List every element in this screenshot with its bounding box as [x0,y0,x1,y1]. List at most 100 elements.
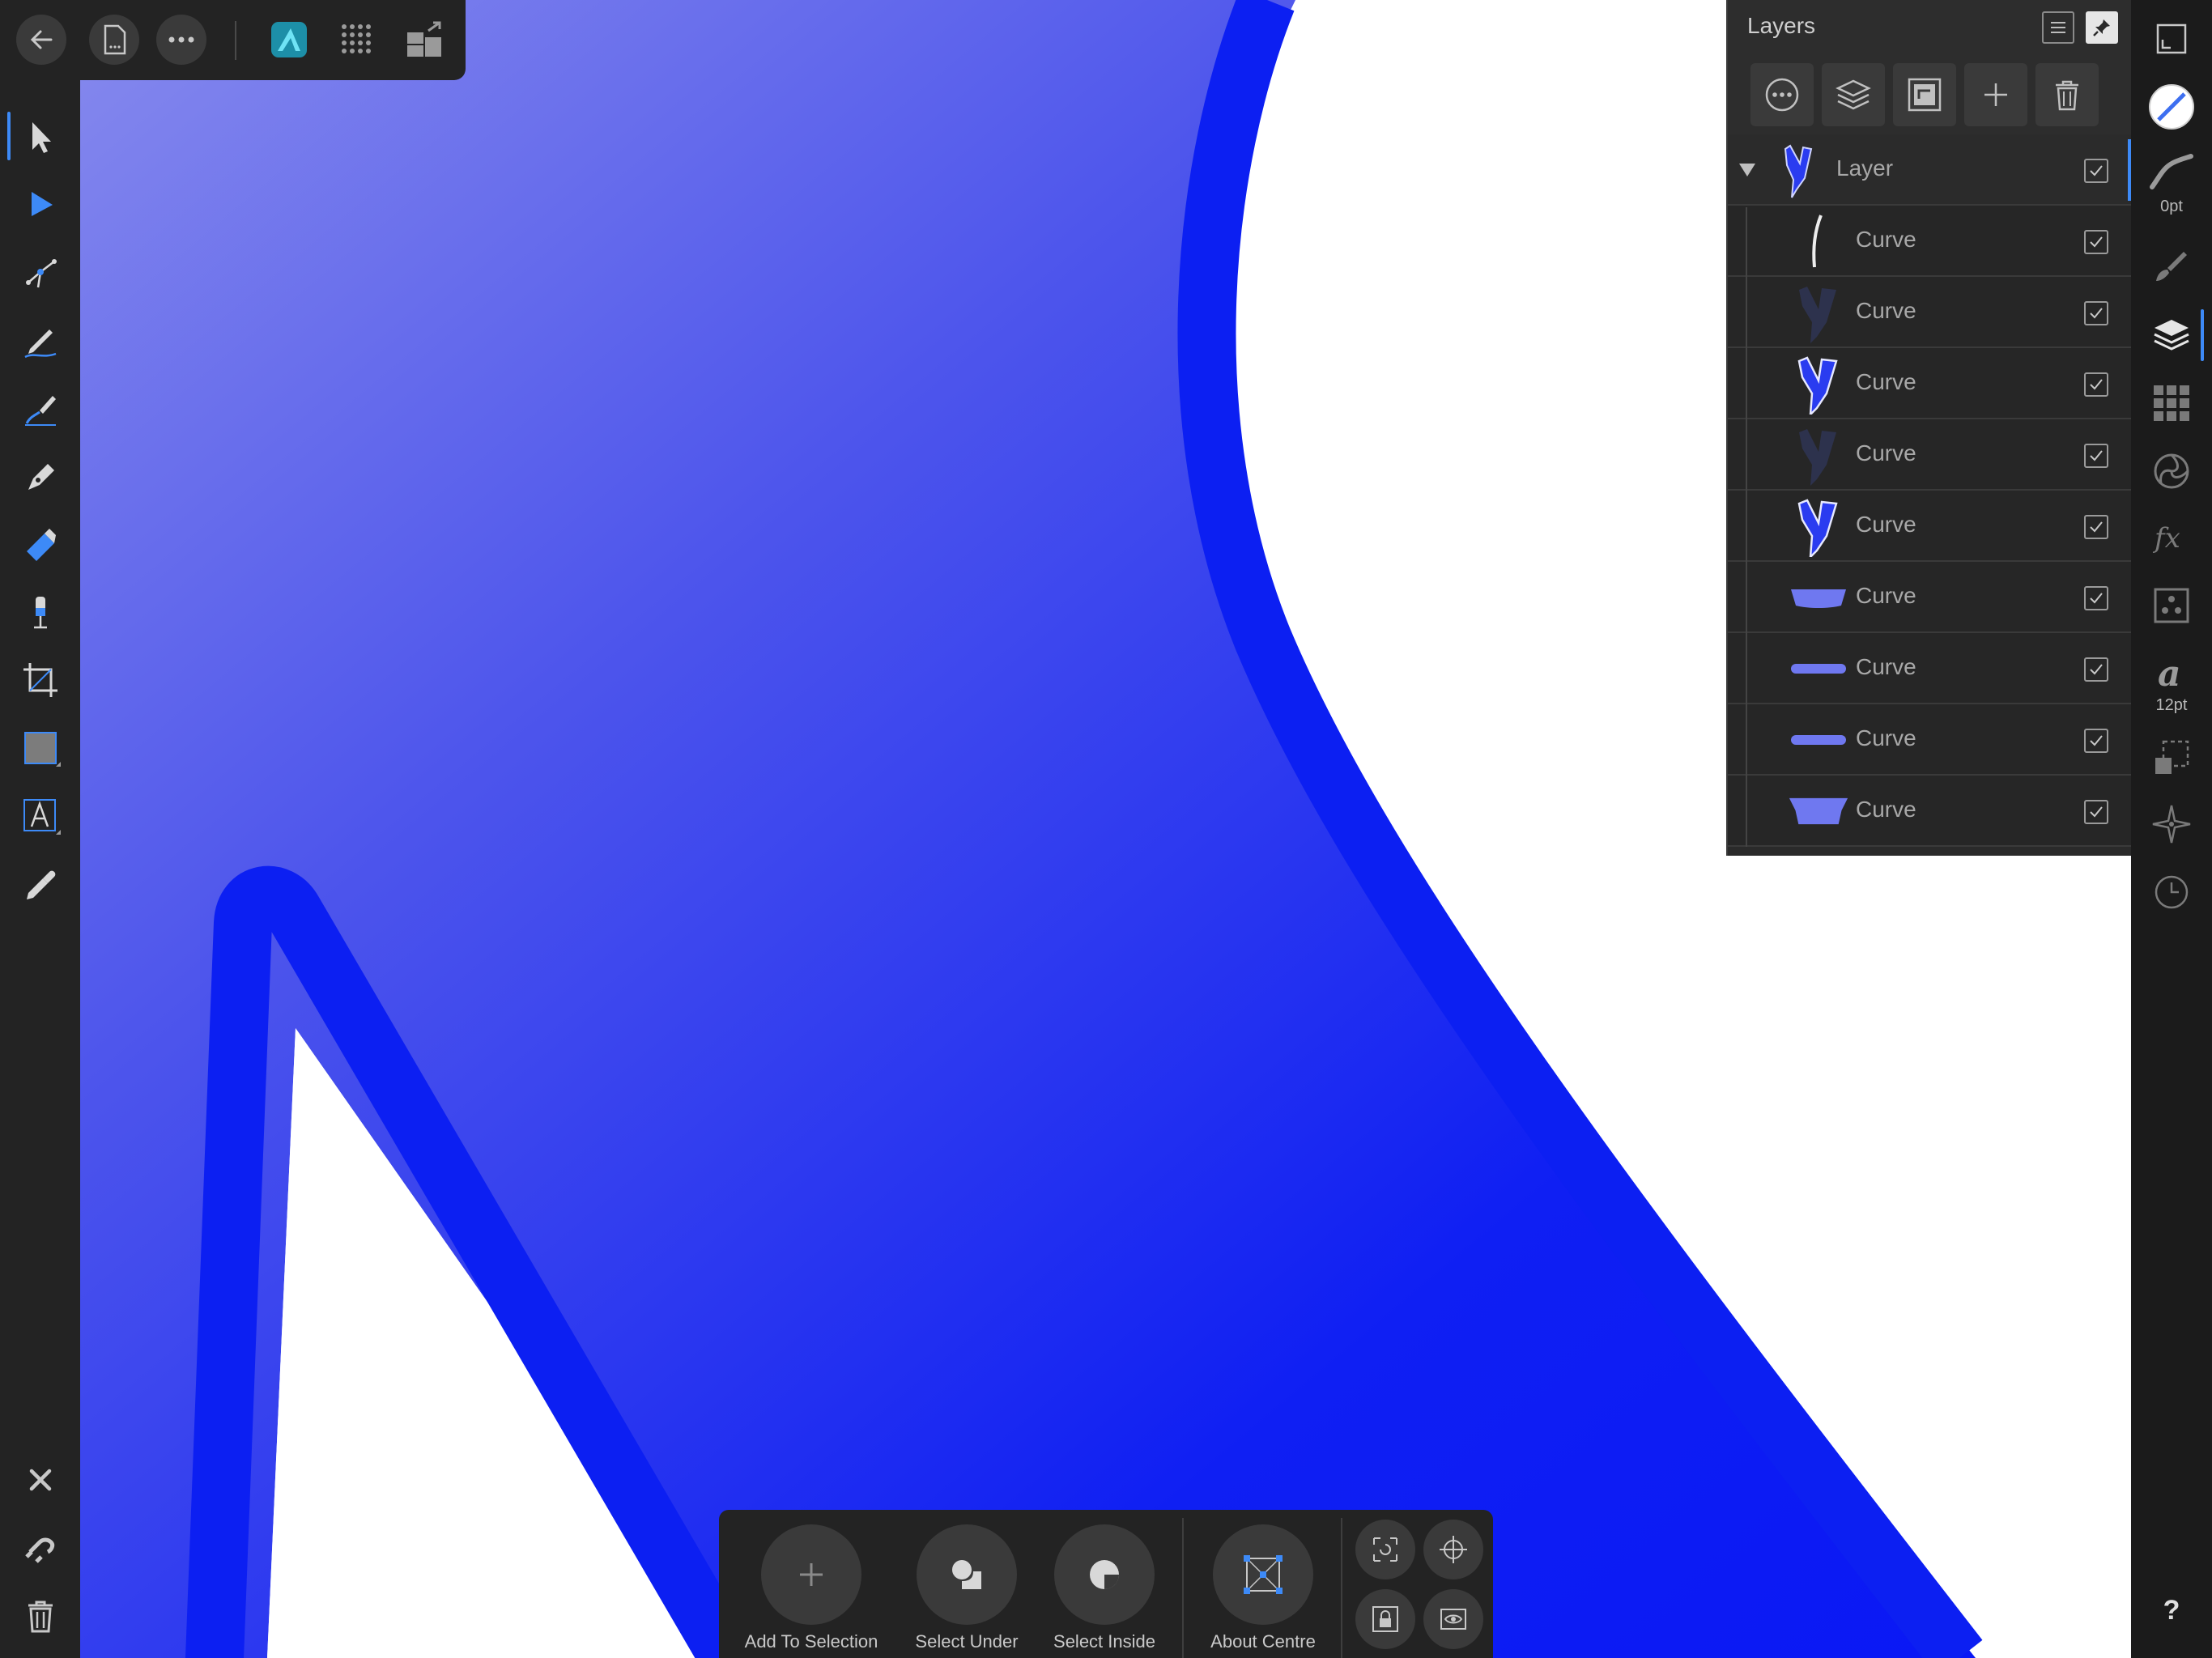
point-transform-tool[interactable] [16,248,65,296]
layer-row[interactable]: Curve [1728,562,2133,633]
layer-name: Curve [1856,725,1916,750]
close-tool[interactable] [16,1456,65,1504]
visibility-checkbox[interactable] [2084,657,2108,682]
navigator-button[interactable] [2146,798,2197,850]
crosshair-button[interactable] [1423,1520,1483,1579]
layer-name: Curve [1856,298,1916,323]
panel-menu-button[interactable] [2042,11,2074,44]
layers-icon [2154,320,2189,351]
lock-children-button[interactable] [1355,1589,1415,1649]
layer-row[interactable]: Curve [1728,348,2133,419]
eye-icon [1440,1609,1466,1630]
layer-row[interactable]: Curve [1728,419,2133,491]
more-button[interactable] [156,15,206,65]
add-button[interactable] [1964,63,2027,126]
effects-button[interactable]: fx [2146,512,2197,563]
close-icon [29,1469,52,1491]
delete-tool[interactable] [16,1592,65,1640]
move-tool[interactable] [16,112,65,160]
color-wheel-button[interactable] [2146,445,2197,497]
check-icon [2090,450,2103,461]
preview-button[interactable] [1423,1589,1483,1649]
rectangle-tool-icon [24,732,61,767]
layers-actions [1728,53,2133,134]
swatches-icon [2154,385,2189,421]
text-tool[interactable] [16,792,65,840]
node-tool[interactable] [16,180,65,228]
stroke-button[interactable] [2146,146,2197,198]
pixel-persona-button[interactable] [332,15,382,65]
visibility-checkbox[interactable] [2084,800,2108,824]
document-icon [104,24,126,55]
visibility-checkbox[interactable] [2084,729,2108,753]
transparency-tool[interactable] [16,588,65,636]
layer-row[interactable]: Curve [1728,776,2133,847]
layer-thumbnail [1788,353,1849,414]
context-toolbar: Add To Selection Select Under Select Ins… [719,1510,1493,1658]
layer-row-parent[interactable]: Layer [1728,134,2133,206]
font-icon: a [2158,653,2181,694]
snapping-icon [25,1537,55,1563]
visibility-checkbox[interactable] [2084,301,2108,325]
text-styles-button[interactable]: a [2146,648,2197,699]
fill-tool[interactable] [16,520,65,568]
visibility-checkbox[interactable] [2084,586,2108,610]
visibility-checkbox[interactable] [2084,444,2108,468]
layer-name: Curve [1856,227,1916,252]
history-button[interactable] [2146,866,2197,918]
layer-row[interactable]: Curve [1728,633,2133,704]
swatches-button[interactable] [2146,377,2197,429]
pencil-tool[interactable] [16,316,65,364]
point-transform-icon [26,259,57,288]
layer-thumbnail [1788,638,1849,699]
mask-layer-button[interactable] [1893,63,1956,126]
pin-icon [2093,19,2110,36]
color-picker-tool[interactable] [16,860,65,908]
select-inside-button[interactable] [1054,1524,1155,1625]
export-persona-button[interactable] [400,15,450,65]
about-centre-icon [1244,1555,1283,1594]
back-button[interactable] [16,15,66,65]
studio-bar: 0pt fx a 12pt ? [2131,0,2212,1658]
snapping-tool[interactable] [16,1524,65,1572]
select-under-button[interactable] [917,1524,1017,1625]
layer-row[interactable]: Curve [1728,491,2133,562]
pen-tool[interactable] [16,452,65,500]
add-to-selection-button[interactable] [761,1524,861,1625]
layer-row[interactable]: Curve [1728,704,2133,776]
transform-icon [2155,740,2189,774]
designer-persona-button[interactable] [264,15,314,65]
add-layer-button[interactable] [1822,63,1885,126]
document-button[interactable] [89,15,139,65]
rectangle-tool[interactable] [16,724,65,772]
top-toolbar [0,0,466,80]
visibility-checkbox[interactable] [2084,515,2108,539]
visibility-checkbox[interactable] [2084,230,2108,254]
layer-row[interactable]: Curve [1728,277,2133,348]
layer-options-button[interactable] [1750,63,1814,126]
help-button[interactable]: ? [2131,1595,2212,1626]
layer-thumbnail [1788,495,1849,557]
check-icon [2090,236,2103,248]
visibility-checkbox[interactable] [2084,159,2108,183]
vector-brush-tool[interactable] [16,384,65,432]
color-swatch-button[interactable] [2146,81,2197,133]
pin-panel-button[interactable] [2086,11,2118,44]
rotate-dashed-icon [1373,1537,1397,1562]
crop-tool[interactable] [16,656,65,704]
fullscreen-button[interactable] [2146,13,2197,65]
about-centre-button[interactable] [1213,1524,1313,1625]
visibility-checkbox[interactable] [2084,372,2108,397]
transform-button[interactable] [2146,732,2197,784]
collapse-arrow-icon[interactable] [1739,164,1755,176]
transform-origin-button[interactable] [1355,1520,1415,1579]
layers-panel: Layers Layer Curve Curve Curve Curve Cur… [1726,0,2133,856]
layer-row[interactable]: Curve [1728,206,2133,277]
layer-thumbnail [1788,709,1849,771]
brushes-button[interactable] [2146,240,2197,291]
move-tool-icon [32,122,51,153]
layers-panel-title: Layers [1747,13,1816,38]
delete-layer-button[interactable] [2035,63,2099,126]
layers-studio-button[interactable] [2146,309,2197,361]
styles-button[interactable] [2146,580,2197,631]
